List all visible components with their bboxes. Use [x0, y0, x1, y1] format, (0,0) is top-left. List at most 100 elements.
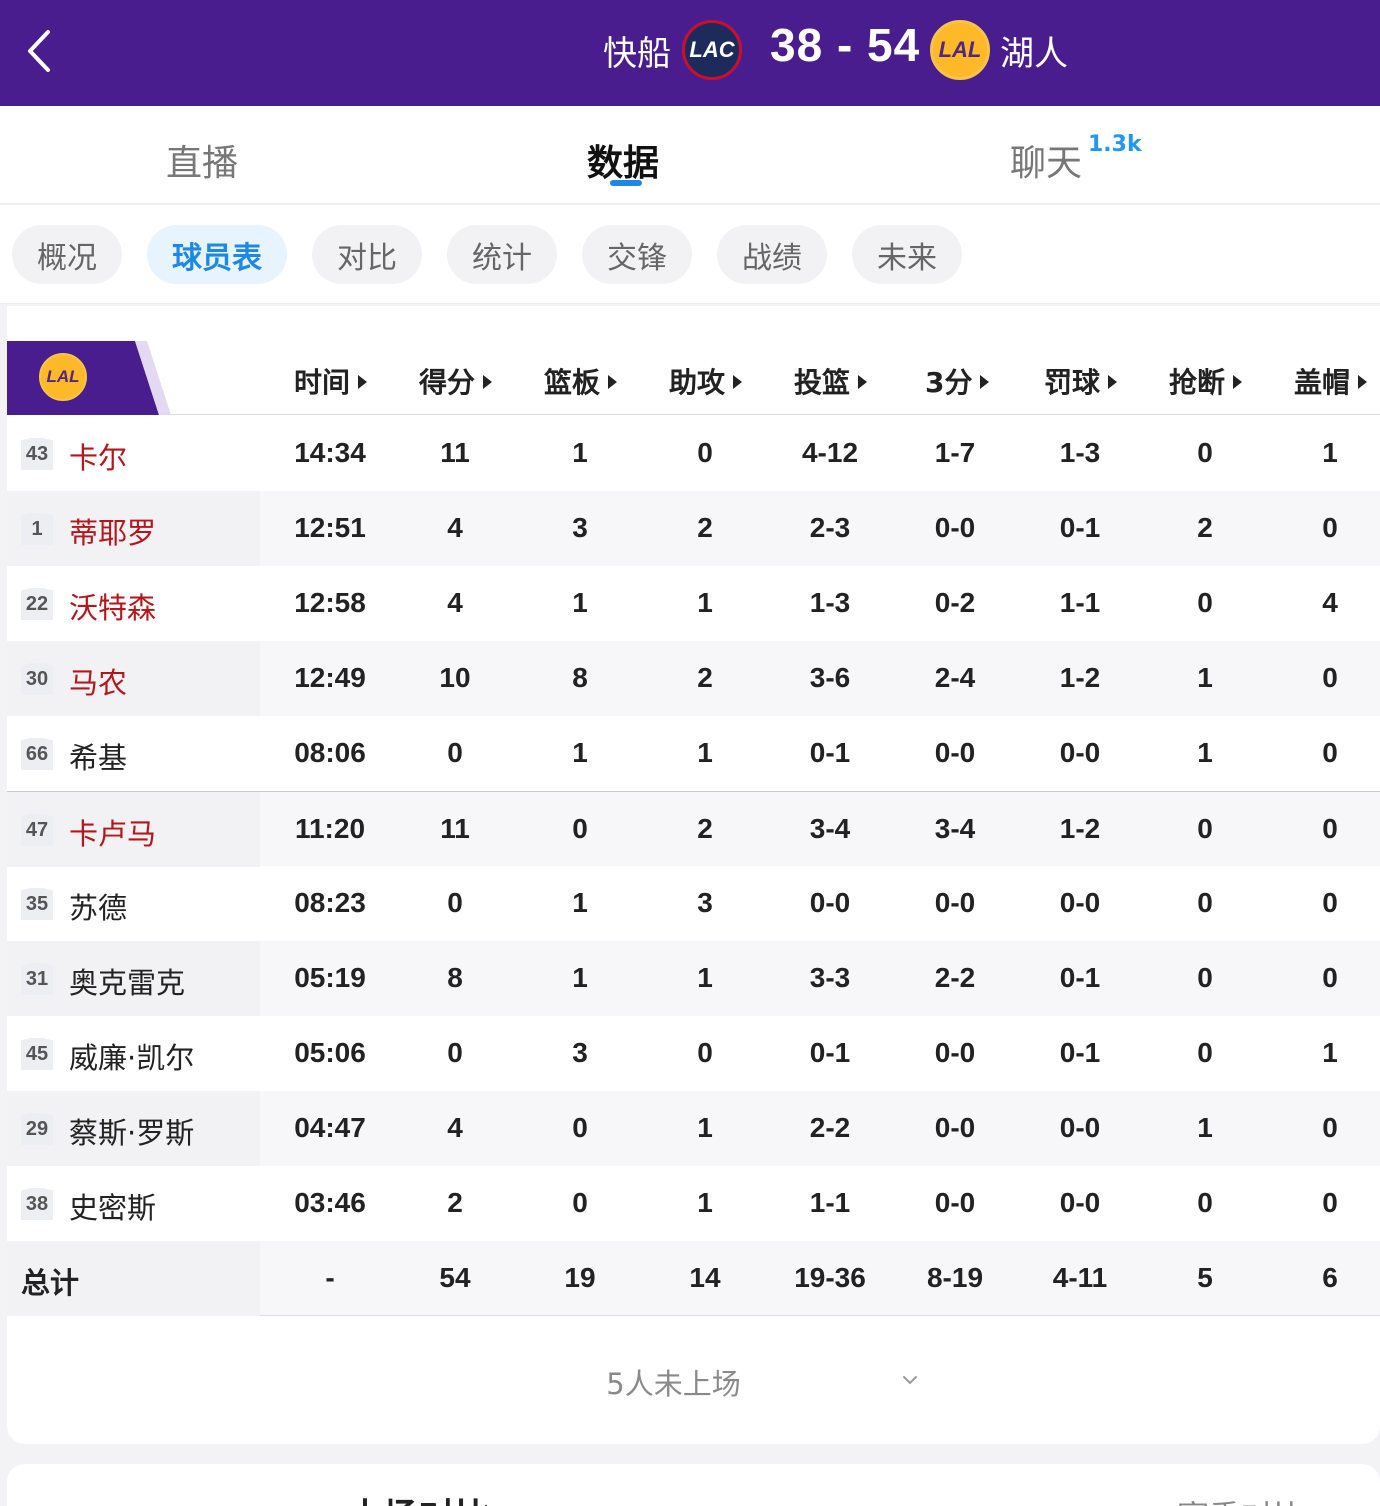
player-name-cell: 29 蔡斯·罗斯 — [7, 1091, 260, 1166]
stat-free-throws: 1-3 — [1059, 437, 1101, 468]
tab-chat[interactable]: 聊天 — [1010, 134, 1082, 186]
player-name-cell: 66 希基 — [7, 716, 260, 791]
table-row[interactable]: 38 史密斯 03:46 2 0 1 1-1 0-0 0-0 0 0 — [7, 1166, 1380, 1241]
chevron-down-icon — [903, 1376, 917, 1385]
stat-field-goals: 1-3 — [809, 587, 851, 618]
table-row[interactable]: 30 马农 12:49 10 8 2 3-6 2-4 1-2 1 0 — [7, 641, 1380, 716]
player-name[interactable]: 卡尔 — [69, 435, 127, 477]
subtab-overview[interactable]: 概况 — [12, 225, 122, 284]
game-comparison-title[interactable]: 本场对比 — [347, 1488, 491, 1506]
player-name[interactable]: 卡卢马 — [69, 811, 156, 853]
subtab-compare[interactable]: 对比 — [312, 225, 422, 284]
table-row[interactable]: 29 蔡斯·罗斯 04:47 4 0 1 2-2 0-0 0-0 1 0 — [7, 1091, 1380, 1166]
player-name[interactable]: 马农 — [69, 660, 127, 702]
stat-points: 4 — [447, 1112, 463, 1143]
clippers-logo: LAC — [682, 20, 742, 80]
stat-steals: 0 — [1197, 1037, 1213, 1068]
table-row[interactable]: 22 沃特森 12:58 4 1 1 1-3 0-2 1-1 0 4 — [7, 566, 1380, 641]
column-header-rebounds[interactable]: 篮板 — [544, 361, 618, 401]
sort-arrow-icon — [1233, 375, 1243, 389]
subtab-head-to-head[interactable]: 交锋 — [582, 225, 692, 284]
stat-points: 4 — [447, 587, 463, 618]
stat-points: 11 — [440, 437, 470, 468]
stat-time: 08:23 — [294, 887, 366, 918]
tab-live[interactable]: 直播 — [166, 134, 238, 186]
jersey-number: 43 — [21, 438, 53, 470]
stat-field-goals: 1-1 — [809, 1187, 851, 1218]
stat-three-pointers: 0-0 — [934, 1112, 976, 1143]
stat-rebounds: 0 — [572, 813, 588, 844]
stat-rebounds: 1 — [572, 587, 588, 618]
season-comparison-title[interactable]: 赛季对比 — [1177, 1492, 1305, 1506]
stat-assists: 0 — [697, 437, 713, 468]
column-header-time[interactable]: 时间 — [294, 361, 368, 401]
stat-rebounds: 1 — [572, 437, 588, 468]
sort-arrow-icon — [980, 375, 990, 389]
stat-rebounds: 1 — [572, 737, 588, 768]
sort-arrow-icon — [1108, 375, 1118, 389]
column-label: 抢断 — [1169, 366, 1226, 399]
column-header-steals[interactable]: 抢断 — [1169, 361, 1243, 401]
stat-time: 14:34 — [294, 437, 366, 468]
stat-steals: 0 — [1197, 587, 1213, 618]
sort-arrow-icon — [1358, 375, 1368, 389]
stat-field-goals: 0-1 — [809, 737, 851, 768]
subtab-player-stats[interactable]: 球员表 — [147, 225, 287, 284]
stat-points: 4 — [447, 512, 463, 543]
stat-free-throws: 0-1 — [1059, 962, 1101, 993]
stat-blocks: 1 — [1322, 437, 1338, 468]
table-row[interactable]: 47 卡卢马 11:20 11 0 2 3-4 3-4 1-2 0 0 — [7, 791, 1380, 867]
total-points: 54 — [439, 1262, 471, 1293]
column-header-three-pointers[interactable]: 3分 — [925, 361, 990, 401]
column-header-field-goals[interactable]: 投篮 — [794, 361, 868, 401]
stat-time: 12:58 — [294, 587, 366, 618]
player-name[interactable]: 苏德 — [69, 885, 127, 927]
stat-steals: 0 — [1197, 813, 1213, 844]
stat-assists: 3 — [697, 887, 713, 918]
stat-steals: 0 — [1197, 962, 1213, 993]
stat-rebounds: 1 — [572, 887, 588, 918]
tab-data[interactable]: 数据 — [587, 134, 659, 186]
stat-steals: 0 — [1197, 1187, 1213, 1218]
stat-free-throws: 0-0 — [1059, 1112, 1101, 1143]
unplayed-label: 5人未上场 — [606, 1367, 741, 1401]
table-row[interactable]: 31 奥克雷克 05:19 8 1 1 3-3 2-2 0-1 0 0 — [7, 941, 1380, 1016]
column-label: 得分 — [419, 366, 476, 399]
column-header-free-throws[interactable]: 罚球 — [1044, 361, 1118, 401]
column-header-assists[interactable]: 助攻 — [669, 361, 743, 401]
stat-assists: 2 — [697, 662, 713, 693]
stat-blocks: 4 — [1322, 587, 1338, 618]
subtab-stats[interactable]: 统计 — [447, 225, 557, 284]
table-row[interactable]: 66 希基 08:06 0 1 1 0-1 0-0 0-0 1 0 — [7, 716, 1380, 791]
back-button[interactable] — [18, 26, 68, 76]
table-row[interactable]: 35 苏德 08:23 0 1 3 0-0 0-0 0-0 0 0 — [7, 866, 1380, 941]
stat-three-pointers: 1-7 — [934, 437, 976, 468]
total-field-goals: 19-36 — [794, 1262, 866, 1293]
sub-tabs: 概况 球员表 对比 统计 交锋 战绩 未来 — [0, 205, 1380, 304]
table-row[interactable]: 1 蒂耶罗 12:51 4 3 2 2-3 0-0 0-1 2 0 — [7, 491, 1380, 566]
table-row[interactable]: 45 威廉·凯尔 05:06 0 3 0 0-1 0-0 0-1 0 1 — [7, 1016, 1380, 1091]
player-name[interactable]: 蒂耶罗 — [69, 510, 156, 552]
subtab-upcoming[interactable]: 未来 — [852, 225, 962, 284]
player-name[interactable]: 史密斯 — [69, 1185, 156, 1227]
player-name[interactable]: 蔡斯·罗斯 — [69, 1110, 194, 1152]
column-header-points[interactable]: 得分 — [419, 361, 493, 401]
total-label-cell: 总计 — [7, 1241, 260, 1316]
player-name[interactable]: 奥克雷克 — [69, 960, 185, 1002]
player-name[interactable]: 沃特森 — [69, 585, 156, 627]
home-team-name: 快船 — [603, 34, 671, 74]
unplayed-players-toggle[interactable]: 5人未上场 — [7, 1361, 1380, 1403]
stat-time: 11:20 — [294, 813, 366, 844]
table-row[interactable]: 43 卡尔 14:34 11 1 0 4-12 1-7 1-3 0 1 — [7, 416, 1380, 491]
jersey-number: 66 — [21, 738, 53, 770]
player-name-cell: 38 史密斯 — [7, 1166, 260, 1241]
stat-assists: 2 — [697, 512, 713, 543]
player-name[interactable]: 希基 — [69, 735, 127, 777]
away-team-name: 湖人 — [1000, 34, 1068, 74]
subtab-record[interactable]: 战绩 — [717, 225, 827, 284]
stat-rebounds: 8 — [572, 662, 588, 693]
column-header-blocks[interactable]: 盖帽 — [1294, 361, 1368, 401]
player-name-cell: 35 苏德 — [7, 866, 260, 941]
player-name[interactable]: 威廉·凯尔 — [69, 1035, 194, 1077]
stat-free-throws: 1-2 — [1059, 662, 1101, 693]
